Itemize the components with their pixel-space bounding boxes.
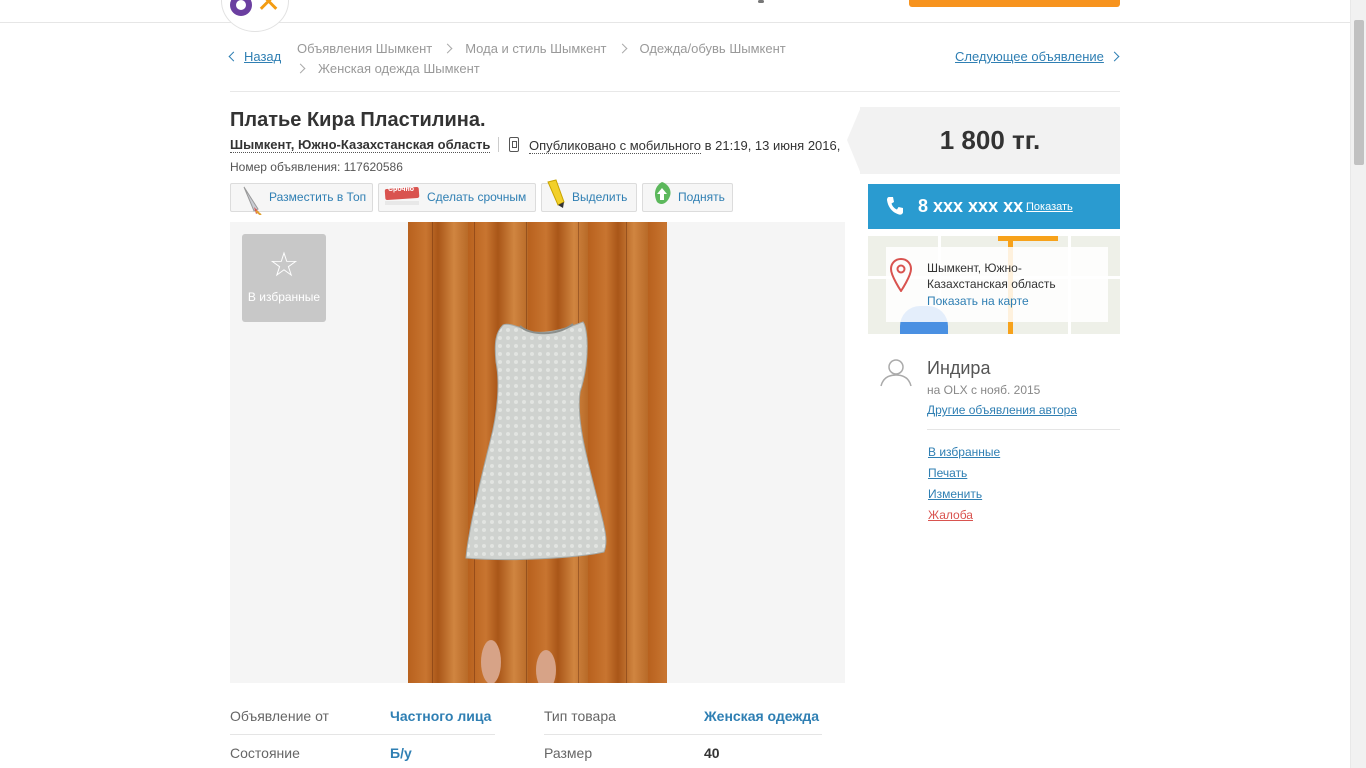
ad-location[interactable]: Шымкент, Южно-Казахстанская область	[230, 137, 491, 153]
price: 1 800 тг.	[939, 125, 1041, 155]
ad-title: Платье Кира Пластилина.	[230, 109, 486, 131]
divider	[230, 734, 495, 735]
param-value-link[interactable]: Б/у	[390, 745, 412, 761]
print-link[interactable]: Печать	[928, 466, 967, 480]
mobile-phone-icon	[509, 137, 519, 152]
breadcrumb-item[interactable]: Объявления Шымкент	[297, 39, 432, 59]
highlight-button[interactable]: Выделить	[541, 179, 637, 212]
add-to-favorites-link[interactable]: В избранные	[928, 445, 1000, 459]
show-phone-button[interactable]: 8 xxx xxx xx Показать	[868, 184, 1120, 229]
divider	[927, 429, 1120, 430]
chevron-right-icon	[442, 43, 453, 54]
report-link[interactable]: Жалоба	[928, 508, 973, 522]
param-label: Состояние	[230, 745, 300, 761]
seller-since: на OLX с нояб. 2015	[927, 383, 1041, 397]
published-info: Опубликовано с мобильного в 21:19, 13 ию…	[529, 138, 841, 154]
ad-number: Номер объявления: 117620586	[230, 160, 403, 174]
param-label: Объявление от	[230, 708, 329, 724]
urgent-badge-text: Срочно	[388, 186, 415, 193]
show-on-map-link[interactable]: Показать на карте	[927, 294, 1029, 308]
photo-gallery: ☆ В избранные	[230, 222, 845, 683]
rocket-icon	[243, 186, 262, 215]
main-photo[interactable]	[408, 222, 667, 683]
back-label: Назад	[244, 49, 282, 64]
breadcrumb-item[interactable]: Мода и стиль Шымкент	[465, 39, 606, 59]
breadcrumb-item[interactable]: Одежда/обувь Шымкент	[640, 39, 786, 59]
promote-top-button[interactable]: Разместить в Топ	[230, 183, 373, 215]
chevron-right-icon	[1109, 51, 1120, 62]
top-header: ✕	[0, 0, 1350, 32]
show-phone-link[interactable]: Показать	[1026, 201, 1073, 213]
logo-o-shape	[230, 0, 252, 16]
divider	[498, 137, 499, 152]
dress-image	[465, 321, 607, 683]
add-to-favorites-button[interactable]: ☆ В избранные	[242, 234, 326, 322]
next-ad-link[interactable]: Следующее объявление	[955, 49, 1120, 64]
location-pin-icon	[890, 258, 912, 292]
breadcrumb-item[interactable]: Женская одежда Шымкент	[318, 59, 480, 79]
map-city: Шымкент, Южно-Казахстанская область	[927, 261, 1056, 291]
raise-button[interactable]: Поднять	[642, 182, 733, 212]
phone-number-masked: 8 xxx xxx xx	[918, 196, 1024, 216]
raise-label: Поднять	[678, 190, 725, 204]
price-notch	[847, 107, 861, 174]
map-highway	[998, 236, 1058, 241]
divider	[230, 91, 1120, 92]
location-map[interactable]: Шымкент, Южно-Казахстанская область Пока…	[868, 236, 1120, 334]
param-value-link[interactable]: Женская одежда	[704, 708, 819, 724]
breadcrumb: Объявления Шымкент Мода и стиль Шымкент Од…	[295, 39, 817, 79]
chevron-left-icon	[228, 51, 239, 62]
back-link[interactable]: Назад	[228, 49, 282, 64]
vertical-scrollbar[interactable]	[1350, 0, 1366, 768]
highlight-label: Выделить	[572, 190, 628, 204]
seller-other-ads-link[interactable]: Другие объявления автора	[927, 403, 1077, 417]
user-avatar-icon	[880, 359, 912, 387]
seller-name: Индира	[927, 358, 991, 378]
param-label: Тип товара	[544, 708, 616, 724]
logo-x-shape: ✕	[256, 0, 282, 20]
olx-logo[interactable]: ✕	[221, 0, 289, 32]
favorites-label: В избранные	[247, 290, 321, 304]
raise-arrow-icon	[654, 182, 671, 204]
make-urgent-label: Сделать срочным	[427, 190, 527, 204]
published-mobile: Опубликовано с мобильного	[529, 138, 702, 154]
edit-link[interactable]: Изменить	[928, 487, 982, 501]
param-value-link[interactable]: Частного лица	[390, 708, 491, 724]
header-menu-marker	[758, 0, 764, 3]
param-label: Размер	[544, 745, 593, 761]
published-time: в 21:19, 13 июня 2016,	[701, 138, 841, 153]
chevron-right-icon	[295, 63, 306, 74]
chevron-right-icon	[617, 43, 627, 54]
phone-icon	[887, 197, 903, 215]
star-icon: ☆	[268, 246, 300, 284]
scrollbar-thumb[interactable]	[1354, 20, 1364, 165]
param-value: 40	[704, 745, 720, 761]
promote-top-label: Разместить в Топ	[269, 190, 367, 204]
make-urgent-button[interactable]: Срочно Сделать срочным	[378, 183, 536, 212]
post-ad-button[interactable]	[909, 0, 1120, 7]
next-ad-label: Следующее объявление	[955, 49, 1104, 64]
marker-icon	[547, 179, 565, 208]
divider	[544, 734, 822, 735]
